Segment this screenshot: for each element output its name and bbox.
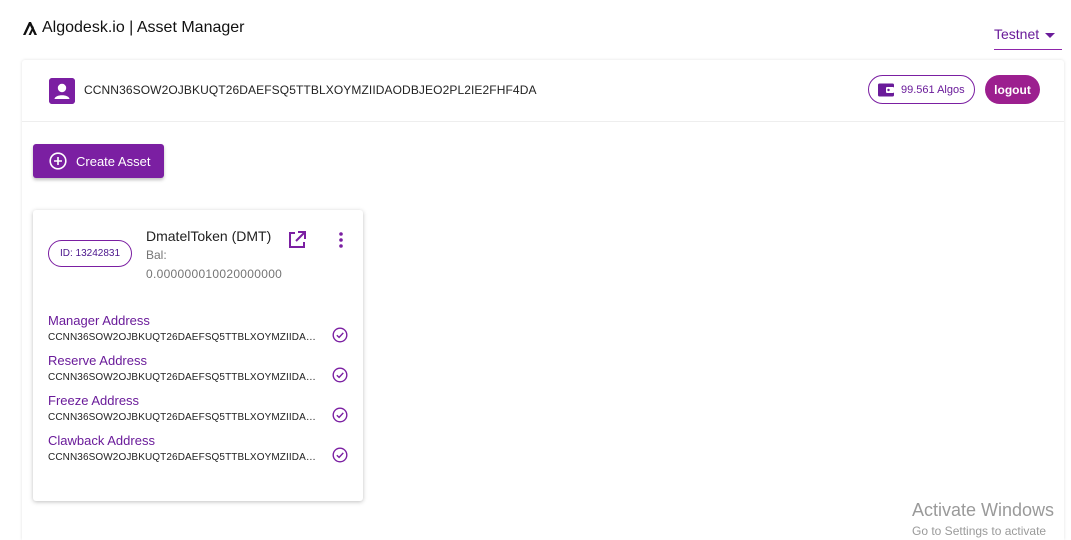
balance-chip[interactable]: 99.561 Algos bbox=[868, 75, 975, 104]
caret-down-icon bbox=[1045, 33, 1056, 38]
asset-name: DmatelToken (DMT) bbox=[146, 228, 272, 244]
account-address: CCNN36SOW2OJBKUQT26DAEFSQ5TTBLXOYMZIIDAO… bbox=[84, 83, 537, 97]
plus-circle-icon bbox=[49, 152, 67, 170]
reserve-address-label: Reserve Address bbox=[48, 353, 147, 368]
account-bar: CCNN36SOW2OJBKUQT26DAEFSQ5TTBLXOYMZIIDAO… bbox=[22, 60, 1064, 122]
clawback-address-label: Clawback Address bbox=[48, 433, 155, 448]
wallet-icon bbox=[878, 83, 894, 96]
reserve-address-value: CCNN36SOW2OJBKUQT26DAEFSQ5TTBLXOYMZIIDAO… bbox=[48, 372, 316, 383]
manager-address-label: Manager Address bbox=[48, 313, 150, 328]
check-circle-icon bbox=[332, 407, 348, 423]
asset-balance-value: 0.000000010020000000 bbox=[146, 267, 283, 281]
algorand-logo-icon bbox=[23, 22, 37, 35]
main-panel: CCNN36SOW2OJBKUQT26DAEFSQ5TTBLXOYMZIIDAO… bbox=[22, 60, 1064, 540]
manager-address-value: CCNN36SOW2OJBKUQT26DAEFSQ5TTBLXOYMZIIDAO… bbox=[48, 332, 316, 343]
asset-balance-label: Bal: bbox=[146, 248, 167, 262]
check-circle-icon bbox=[332, 447, 348, 463]
freeze-address-label: Freeze Address bbox=[48, 393, 140, 408]
more-vert-icon[interactable] bbox=[333, 230, 349, 250]
logout-button[interactable]: logout bbox=[985, 75, 1040, 104]
network-selector[interactable]: Testnet bbox=[994, 26, 1062, 50]
activate-windows-watermark: Activate Windows Go to Settings to activ… bbox=[912, 500, 1054, 538]
create-asset-button[interactable]: Create Asset bbox=[33, 144, 164, 178]
brand-title: Algodesk.io | Asset Manager bbox=[42, 19, 245, 36]
check-circle-icon bbox=[332, 327, 348, 343]
reserve-address-block: Reserve Address CCNN36SOW2OJBKUQT26DAEFS… bbox=[48, 353, 358, 389]
freeze-address-block: Freeze Address CCNN36SOW2OJBKUQT26DAEFSQ… bbox=[48, 393, 358, 429]
manager-address-block: Manager Address CCNN36SOW2OJBKUQT26DAEFS… bbox=[48, 313, 358, 349]
freeze-address-value: CCNN36SOW2OJBKUQT26DAEFSQ5TTBLXOYMZIIDAO… bbox=[48, 412, 316, 423]
brand[interactable]: Algodesk.io | Asset Manager bbox=[22, 19, 245, 37]
watermark-subtitle: Go to Settings to activate bbox=[912, 524, 1047, 538]
balance-text: 99.561 Algos bbox=[901, 83, 965, 96]
clawback-address-value: CCNN36SOW2OJBKUQT26DAEFSQ5TTBLXOYMZIIDAO… bbox=[48, 452, 316, 463]
check-circle-icon bbox=[332, 367, 348, 383]
clawback-address-block: Clawback Address CCNN36SOW2OJBKUQT26DAEF… bbox=[48, 433, 358, 469]
account-icon bbox=[49, 78, 75, 104]
open-external-icon[interactable] bbox=[287, 230, 307, 250]
create-asset-label: Create Asset bbox=[76, 153, 151, 169]
asset-id-chip: ID: 13242831 bbox=[48, 240, 132, 267]
top-bar: Algodesk.io | Asset Manager Testnet bbox=[0, 0, 1071, 56]
network-label: Testnet bbox=[994, 26, 1040, 42]
watermark-title: Activate Windows bbox=[912, 500, 1055, 520]
asset-card: ID: 13242831 DmatelToken (DMT) Bal: 0.00… bbox=[33, 210, 363, 501]
